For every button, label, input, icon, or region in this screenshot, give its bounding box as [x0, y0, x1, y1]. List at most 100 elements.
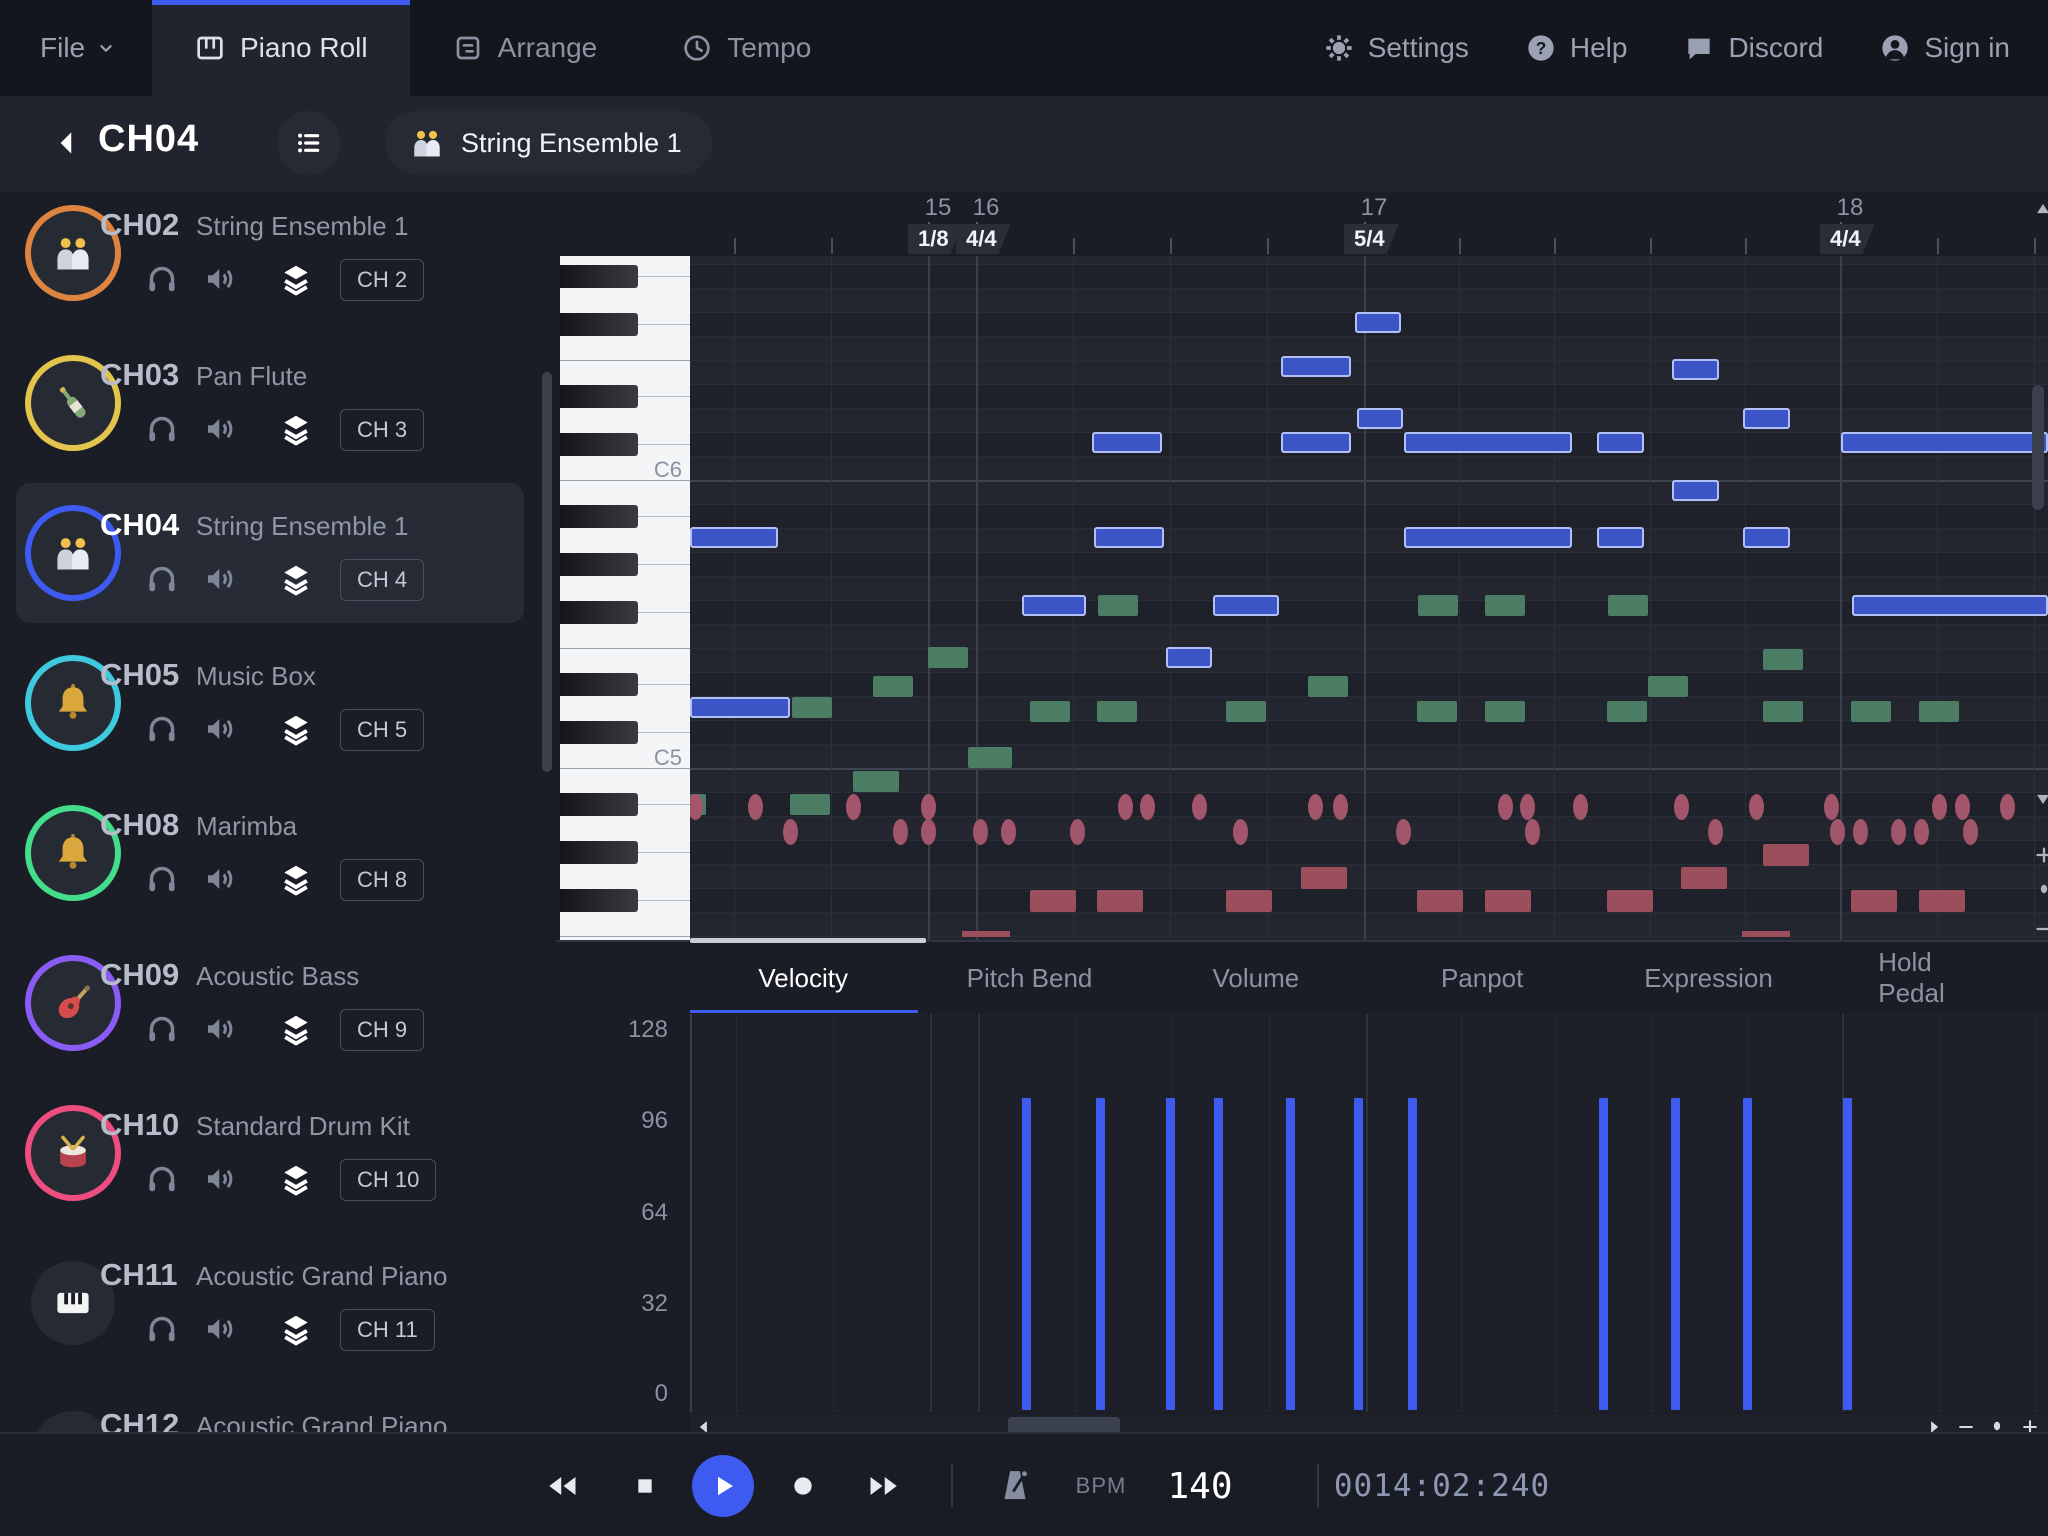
midi-note-selected-track[interactable]: [1672, 359, 1719, 380]
velocity-bar[interactable]: [1166, 1098, 1175, 1410]
time-signature-badge[interactable]: 5/4: [1344, 224, 1399, 254]
midi-note-selected-track[interactable]: [1404, 432, 1572, 453]
track-item-ch10[interactable]: CH10Standard Drum KitCH 10: [0, 1085, 540, 1221]
midi-note-green[interactable]: [1226, 701, 1266, 722]
layers-icon[interactable]: [278, 711, 314, 747]
track-item-ch04[interactable]: CH04String Ensemble 1CH 4: [0, 485, 540, 621]
tab-arrange[interactable]: Arrange: [410, 0, 640, 96]
piano-key-black[interactable]: [560, 265, 638, 288]
back-button[interactable]: [50, 126, 84, 160]
drum-hit-dot[interactable]: [1749, 794, 1764, 820]
drum-hit-dot[interactable]: [1830, 819, 1845, 845]
velocity-bar[interactable]: [1843, 1098, 1852, 1410]
velocity-bar[interactable]: [1408, 1098, 1417, 1410]
layers-icon[interactable]: [278, 561, 314, 597]
drum-hit-dot[interactable]: [1914, 819, 1929, 845]
drum-hit-dot[interactable]: [973, 819, 988, 845]
drum-hit-dot[interactable]: [1824, 794, 1839, 820]
piano-key-black[interactable]: [560, 721, 638, 744]
drum-note[interactable]: [1851, 890, 1897, 912]
speaker-icon[interactable]: [202, 561, 238, 597]
roll-vertical-scrollbar[interactable]: [2032, 385, 2044, 510]
drum-hit-dot[interactable]: [1498, 794, 1513, 820]
measure-ruler[interactable]: 151/8164/4175/4184/4: [690, 192, 2048, 258]
drum-hit-dot[interactable]: [1674, 794, 1689, 820]
controller-tab-expression[interactable]: Expression: [1644, 954, 1773, 1002]
midi-note-green[interactable]: [1418, 595, 1458, 616]
track-item-ch11[interactable]: CH11Acoustic Grand PianoCH 11: [0, 1235, 540, 1371]
note-grid[interactable]: [690, 256, 2048, 940]
track-item-ch02[interactable]: CH02String Ensemble 1CH 2: [0, 192, 540, 321]
drum-hit-dot[interactable]: [1708, 819, 1723, 845]
midi-note-green[interactable]: [1919, 701, 1959, 722]
track-item-ch12[interactable]: CH12Acoustic Grand PianoCH 12: [0, 1385, 540, 1432]
headphones-icon[interactable]: [144, 861, 180, 897]
drum-hit-dot[interactable]: [893, 819, 908, 845]
drum-hit-dot[interactable]: [1932, 794, 1947, 820]
midi-note-green[interactable]: [1607, 701, 1647, 722]
velocity-bar[interactable]: [1743, 1098, 1752, 1410]
midi-note-selected-track[interactable]: [1281, 432, 1351, 453]
midi-note-selected-track[interactable]: [1743, 408, 1790, 429]
controller-tab-volume[interactable]: Volume: [1212, 954, 1299, 1002]
midi-note-green[interactable]: [1485, 701, 1525, 722]
controller-tab-velocity[interactable]: Velocity: [758, 954, 848, 1002]
midi-note-green[interactable]: [1763, 649, 1803, 670]
layers-icon[interactable]: [278, 861, 314, 897]
speaker-icon[interactable]: [202, 261, 238, 297]
drum-hit-dot[interactable]: [1001, 819, 1016, 845]
piano-key-black[interactable]: [560, 601, 638, 624]
velocity-chart[interactable]: [690, 1014, 2048, 1412]
midi-note-selected-track[interactable]: [1841, 432, 2048, 453]
piano-key-black[interactable]: [560, 553, 638, 576]
drum-note[interactable]: [1417, 890, 1463, 912]
speaker-icon[interactable]: [202, 411, 238, 447]
midi-note-selected-track[interactable]: [1672, 480, 1719, 501]
midi-note-selected-track[interactable]: [1357, 408, 1403, 429]
speaker-icon[interactable]: [202, 711, 238, 747]
drum-note[interactable]: [1919, 890, 1965, 912]
play-button[interactable]: [692, 1434, 754, 1536]
drum-hit-dot[interactable]: [1573, 794, 1588, 820]
drum-hit-dot[interactable]: [1955, 794, 1970, 820]
tab-piano-roll[interactable]: Piano Roll: [152, 0, 410, 96]
midi-note-green[interactable]: [1097, 701, 1137, 722]
time-signature-badge[interactable]: 4/4: [956, 224, 1011, 254]
time-signature-badge[interactable]: 1/8: [908, 224, 963, 254]
midi-note-selected-track[interactable]: [1094, 527, 1164, 548]
velocity-bar[interactable]: [1096, 1098, 1105, 1410]
drum-hit-dot[interactable]: [1520, 794, 1535, 820]
speaker-icon[interactable]: [202, 1161, 238, 1197]
metronome-button[interactable]: [994, 1434, 1036, 1536]
channel-badge[interactable]: CH 11: [340, 1309, 435, 1351]
headphones-icon[interactable]: [144, 1311, 180, 1347]
layers-icon[interactable]: [278, 411, 314, 447]
track-list-button[interactable]: [277, 111, 341, 175]
midi-note-green[interactable]: [1763, 701, 1803, 722]
midi-note-selected-track[interactable]: [1404, 527, 1572, 548]
drum-hit-dot[interactable]: [748, 794, 763, 820]
midi-note-green[interactable]: [1485, 595, 1525, 616]
stop-button[interactable]: [629, 1434, 661, 1536]
midi-note-green[interactable]: [1648, 676, 1688, 697]
drum-hit-dot[interactable]: [2000, 794, 2015, 820]
midi-note-selected-track[interactable]: [1597, 432, 1644, 453]
headphones-icon[interactable]: [144, 1161, 180, 1197]
controller-tab-pitch-bend[interactable]: Pitch Bend: [967, 954, 1093, 1002]
drum-hit-dot[interactable]: [1853, 819, 1868, 845]
midi-note-selected-track[interactable]: [1166, 647, 1212, 668]
drum-note-clipped[interactable]: [962, 931, 1010, 937]
midi-note-selected-track[interactable]: [1092, 432, 1162, 453]
track-item-ch05[interactable]: CH05Music BoxCH 5: [0, 635, 540, 771]
velocity-bar[interactable]: [1354, 1098, 1363, 1410]
piano-key-black[interactable]: [560, 889, 638, 912]
track-item-ch03[interactable]: CH03Pan FluteCH 3: [0, 335, 540, 471]
drum-hit-dot[interactable]: [1333, 794, 1348, 820]
midi-note-green[interactable]: [1417, 701, 1457, 722]
channel-badge[interactable]: CH 10: [340, 1159, 436, 1201]
track-item-ch09[interactable]: CH09Acoustic BassCH 9: [0, 935, 540, 1071]
midi-note-green[interactable]: [853, 771, 899, 792]
velocity-bar[interactable]: [1599, 1098, 1608, 1410]
controller-tab-panpot[interactable]: Panpot: [1441, 954, 1523, 1002]
piano-keyboard[interactable]: C6C5: [560, 256, 692, 940]
